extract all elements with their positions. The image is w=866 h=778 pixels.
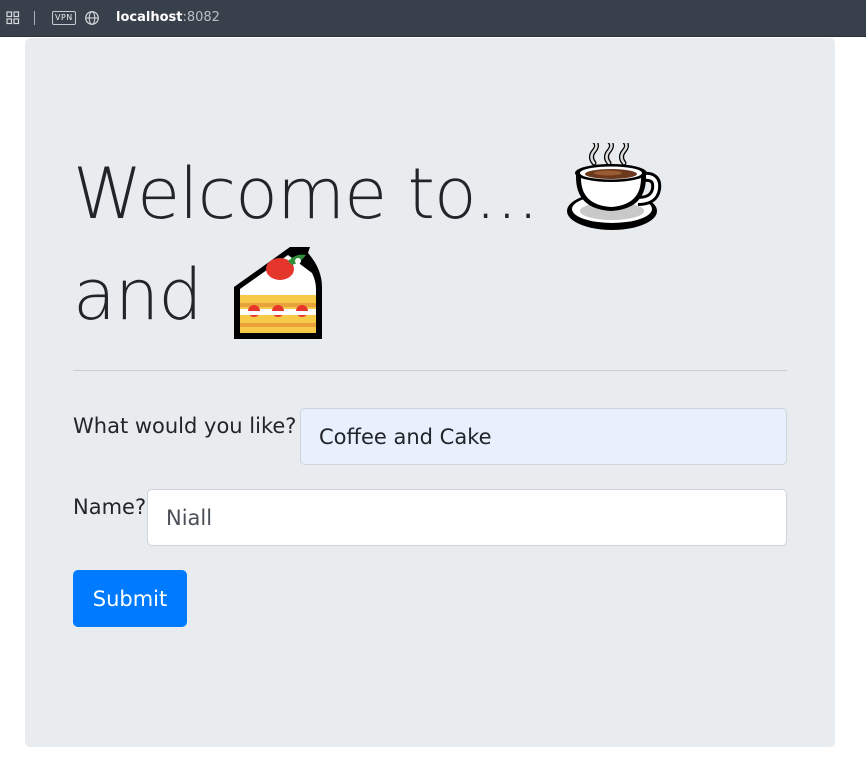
shortcake-icon — [228, 243, 326, 341]
title-and-text: and — [73, 254, 203, 336]
hot-beverage-icon — [564, 138, 664, 235]
order-input[interactable] — [300, 408, 787, 465]
title-line-2: and — [73, 245, 773, 349]
title-welcome-text: Welcome to... — [73, 153, 539, 235]
submit-button[interactable]: Submit — [73, 570, 187, 627]
globe-icon[interactable] — [84, 10, 100, 26]
name-input[interactable] — [147, 489, 787, 546]
tabs-grid-icon[interactable] — [6, 11, 20, 25]
divider — [73, 370, 787, 371]
url-host: localhost — [116, 10, 183, 25]
url-port: :8082 — [182, 10, 220, 25]
vpn-icon[interactable]: VPN — [52, 11, 76, 25]
jumbotron: Welcome to... and What would you like? C… — [25, 38, 835, 747]
url-text[interactable]: localhost:8082 — [116, 10, 220, 26]
what-label: What would you like? — [73, 414, 297, 438]
title-line-1: Welcome to... — [73, 138, 773, 245]
name-label: Name? — [73, 495, 147, 519]
browser-address-bar: VPN localhost:8082 — [0, 0, 866, 37]
page-title: Welcome to... and — [73, 138, 773, 349]
toolbar-divider — [34, 11, 35, 25]
